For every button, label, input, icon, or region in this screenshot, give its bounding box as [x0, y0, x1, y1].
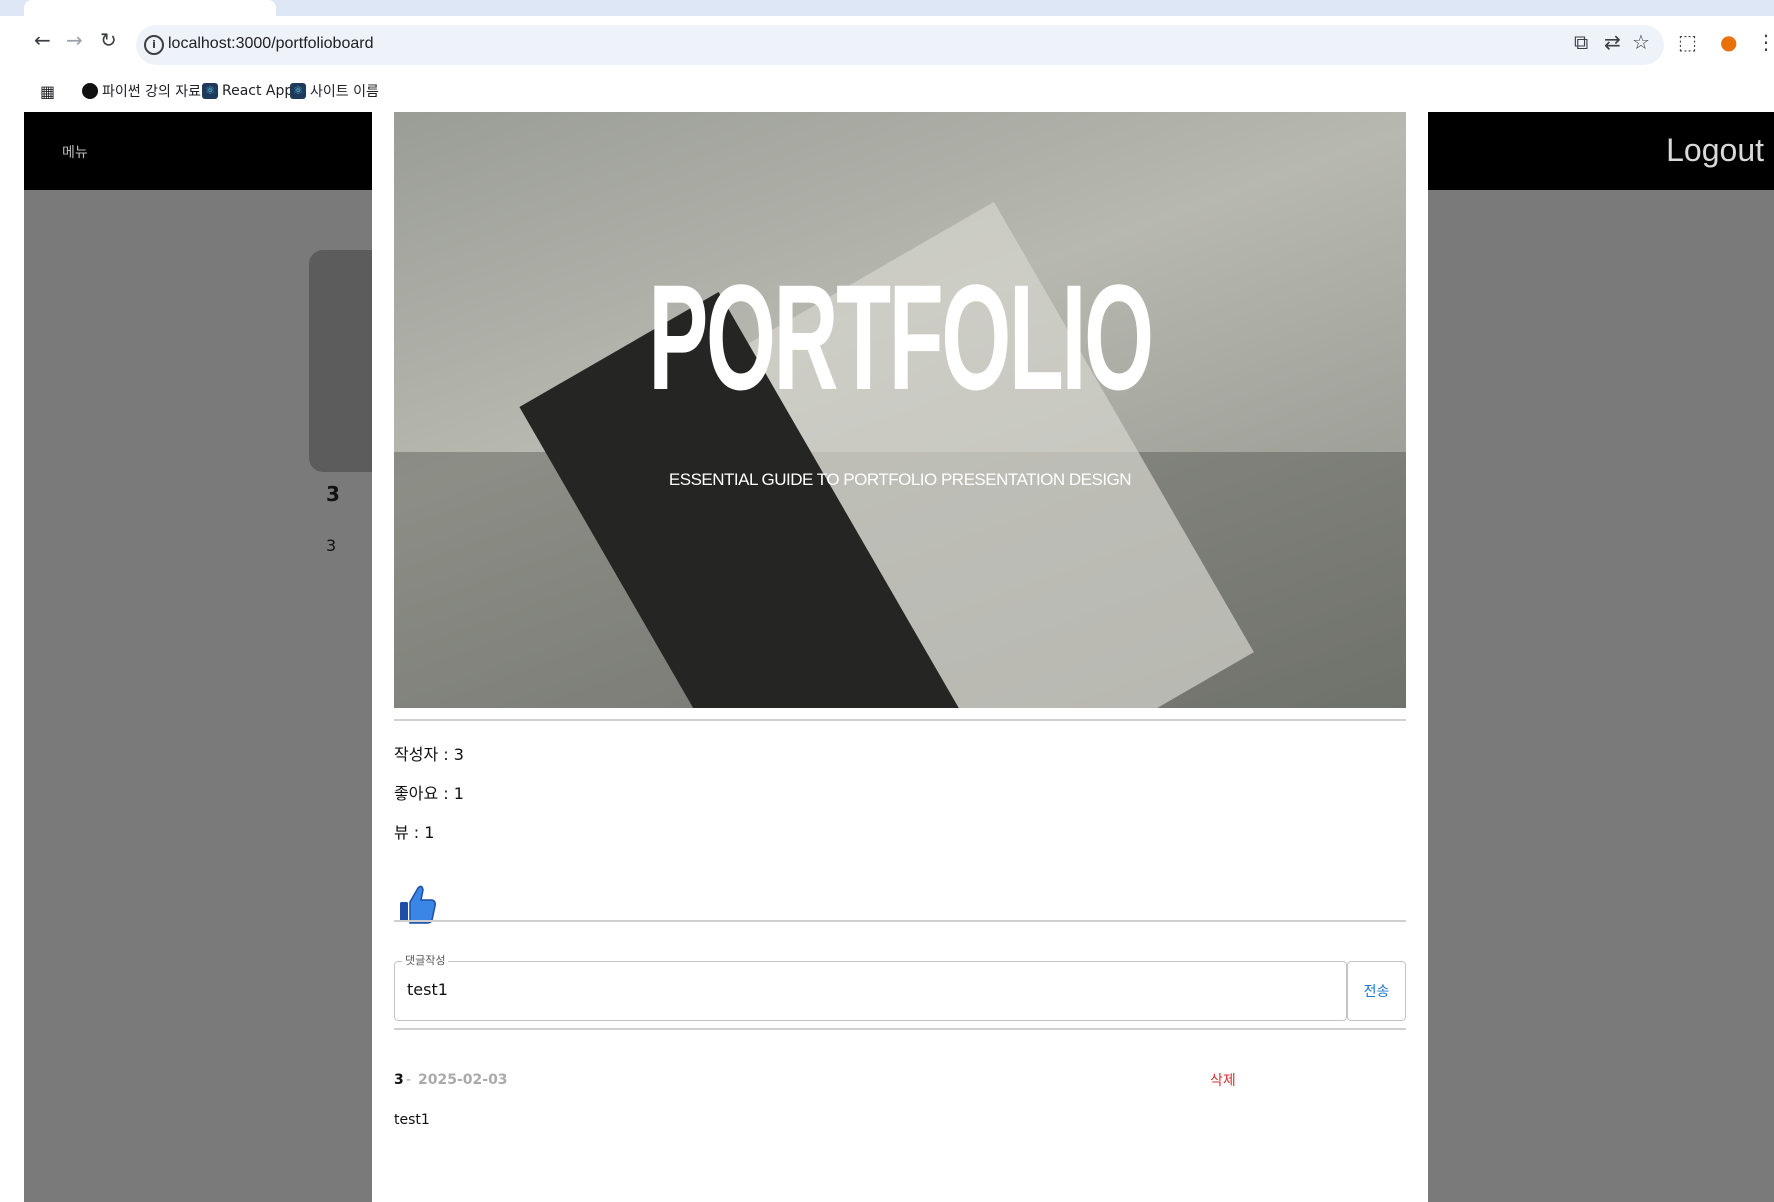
- post-detail-modal: PORTFOLIO ESSENTIAL GUIDE TO PORTFOLIO P…: [372, 112, 1428, 1202]
- translate-icon[interactable]: ⇄: [1604, 32, 1621, 52]
- address-bar[interactable]: i localhost:3000/portfolioboard: [136, 25, 1664, 65]
- comment-author: 3: [394, 1072, 404, 1088]
- site-info-icon[interactable]: i: [144, 35, 164, 55]
- comment-date: 2025-02-03: [418, 1072, 508, 1088]
- extensions-icon[interactable]: ⬚: [1678, 32, 1697, 52]
- post-likes: 좋아요 : 1: [394, 784, 464, 803]
- bookmark-label: React App: [222, 83, 294, 99]
- bookmark-python[interactable]: 파이썬 강의 자료: [82, 80, 201, 102]
- send-comment-button[interactable]: 전송: [1347, 961, 1406, 1021]
- background-post-title: 3: [326, 482, 340, 506]
- comment-input[interactable]: [407, 980, 1307, 999]
- divider: [394, 719, 1406, 721]
- react-icon: ⚛: [202, 83, 218, 99]
- comment-field[interactable]: [394, 961, 1347, 1021]
- bookmark-star-icon[interactable]: ☆: [1632, 32, 1650, 52]
- back-arrow-icon[interactable]: ←: [34, 30, 51, 50]
- bookmark-site-name[interactable]: ⚛ 사이트 이름: [290, 80, 379, 102]
- divider: [394, 1028, 1406, 1030]
- comment-field-legend: 댓글작성: [402, 952, 449, 968]
- active-tab[interactable]: [24, 0, 276, 16]
- page-overlay-area[interactable]: 메뉴 Logout 3 3 PORTFOLIO ESSENTIAL GUIDE …: [24, 112, 1774, 1202]
- menu-button[interactable]: 메뉴: [62, 142, 88, 162]
- hero-subtitle: ESSENTIAL GUIDE TO PORTFOLIO PRESENTATIO…: [668, 470, 1132, 489]
- forward-arrow-icon[interactable]: →: [66, 30, 83, 50]
- tab-strip: [0, 0, 1774, 16]
- logout-button[interactable]: Logout: [1666, 132, 1764, 169]
- delete-comment-button[interactable]: 삭제: [1210, 1070, 1236, 1090]
- install-app-icon[interactable]: ⧉: [1574, 32, 1588, 52]
- react-icon: ⚛: [290, 83, 306, 99]
- hero-title: PORTFOLIO: [648, 253, 1154, 421]
- post-author: 작성자 : 3: [394, 745, 464, 764]
- bookmark-react-app[interactable]: ⚛ React App: [202, 80, 293, 102]
- comment-separator: -: [406, 1072, 412, 1088]
- post-hero-image: PORTFOLIO ESSENTIAL GUIDE TO PORTFOLIO P…: [394, 112, 1406, 708]
- github-icon: [82, 83, 98, 99]
- address-url[interactable]: localhost:3000/portfolioboard: [168, 35, 373, 53]
- reload-icon[interactable]: ↻: [100, 30, 117, 50]
- profile-avatar-icon[interactable]: ●: [1720, 32, 1737, 52]
- apps-grid-icon[interactable]: ▦: [40, 80, 55, 102]
- post-views: 뷰 : 1: [394, 823, 435, 842]
- bookmark-label: 파이썬 강의 자료: [102, 84, 202, 100]
- divider: [394, 920, 1406, 922]
- background-post-subtitle: 3: [326, 536, 337, 555]
- bookmark-label: 사이트 이름: [310, 84, 379, 100]
- comment-body: test1: [394, 1112, 430, 1128]
- browser-menu-icon[interactable]: ⋮: [1756, 32, 1774, 52]
